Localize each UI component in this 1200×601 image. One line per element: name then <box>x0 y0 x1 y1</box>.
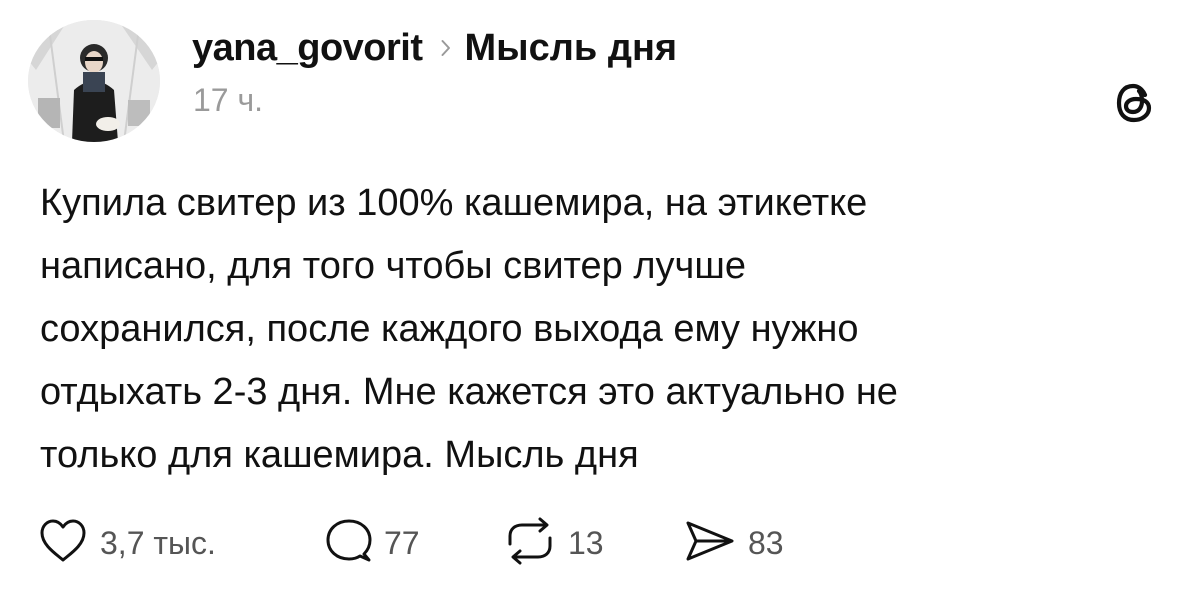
reply-count: 77 <box>384 524 420 561</box>
post-text-line: Купила свитер из 100% кашемира, на этике… <box>40 182 868 224</box>
threads-logo-icon <box>1112 80 1158 126</box>
share-count: 83 <box>748 524 784 561</box>
post-header: yana_govorit Мысль дня <box>192 26 677 70</box>
username[interactable]: yana_govorit <box>192 27 423 70</box>
post-text-line: отдыхать 2-3 дня. Мне кажется это актуал… <box>40 371 898 413</box>
like-button[interactable]: 3,7 тыс. <box>36 515 216 571</box>
repost-icon <box>502 516 558 571</box>
avatar[interactable] <box>28 20 160 142</box>
repost-button[interactable]: 13 <box>502 515 604 571</box>
like-count: 3,7 тыс. <box>100 524 216 561</box>
thread-post: yana_govorit Мысль дня 17 ч. Купила свит… <box>0 0 1200 601</box>
heart-icon <box>36 516 90 571</box>
post-timestamp: 17 ч. <box>193 82 264 118</box>
topic-tag[interactable]: Мысль дня <box>465 27 678 70</box>
action-bar: 3,7 тыс. 77 13 83 <box>36 515 1156 571</box>
post-text-line: написано, для того чтобы свитер лучше <box>40 245 746 287</box>
post-text: Купила свитер из 100% кашемира, на этике… <box>40 172 1150 487</box>
share-button[interactable]: 83 <box>682 515 784 571</box>
post-text-line: сохранился, после каждого выхода ему нуж… <box>40 308 859 350</box>
repost-count: 13 <box>568 524 604 561</box>
comment-icon <box>324 516 374 571</box>
chevron-right-icon <box>441 39 451 57</box>
send-icon <box>682 516 738 571</box>
reply-button[interactable]: 77 <box>324 515 420 571</box>
post-text-line: только для кашемира. Мысль дня <box>40 434 639 476</box>
